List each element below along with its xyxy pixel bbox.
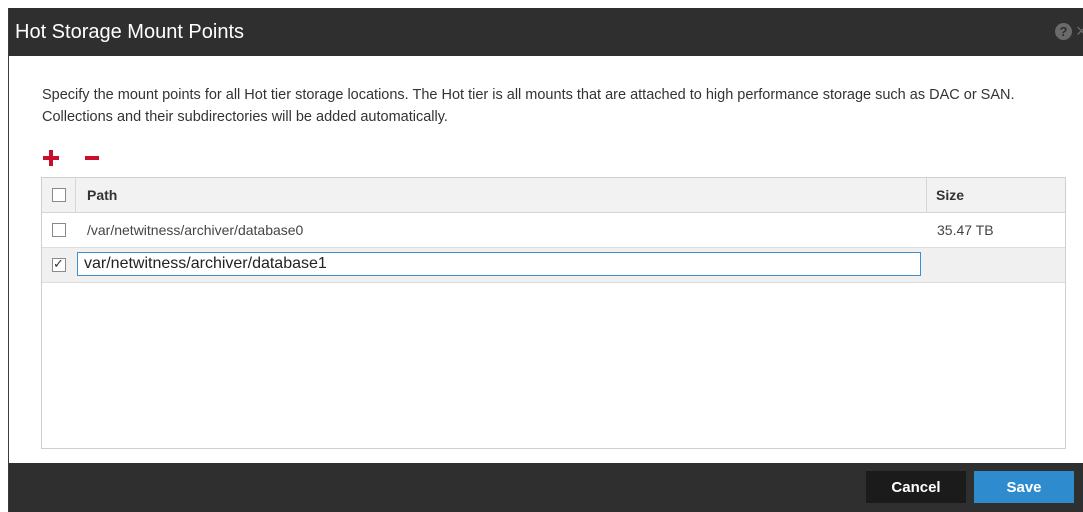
minus-icon[interactable] (85, 156, 99, 160)
dialog-title: Hot Storage Mount Points (15, 21, 245, 43)
table-header: Path Size (42, 178, 1065, 213)
dialog-description: Specify the mount points for all Hot tie… (42, 87, 1015, 125)
size-cell: 35.47 TB (937, 222, 994, 238)
column-divider (75, 178, 76, 212)
save-button[interactable]: Save (974, 471, 1074, 503)
row-checkbox[interactable] (52, 223, 66, 237)
row-checkbox[interactable] (52, 256, 66, 272)
path-input[interactable] (77, 252, 921, 276)
hot-storage-dialog: Hot Storage Mount Points ? × Specify the… (8, 8, 1083, 512)
help-icon[interactable]: ? (1055, 23, 1072, 40)
mount-points-table: Path Size /var/netwitness/archiver/datab… (41, 177, 1066, 449)
column-header-path[interactable]: Path (87, 187, 117, 203)
column-header-size[interactable]: Size (936, 187, 964, 203)
path-cell: /var/netwitness/archiver/database0 (87, 222, 304, 238)
cancel-button[interactable]: Cancel (866, 471, 966, 503)
table-row-editing[interactable] (42, 248, 1065, 283)
table-row[interactable]: /var/netwitness/archiver/database0 35.47… (42, 213, 1065, 248)
select-all-checkbox[interactable] (52, 188, 66, 202)
column-divider (926, 178, 927, 212)
dialog-footer: Cancel Save (9, 463, 1083, 512)
plus-icon[interactable] (43, 150, 59, 166)
dialog-titlebar: Hot Storage Mount Points ? × (9, 8, 1083, 56)
close-icon[interactable]: × (1076, 22, 1083, 40)
